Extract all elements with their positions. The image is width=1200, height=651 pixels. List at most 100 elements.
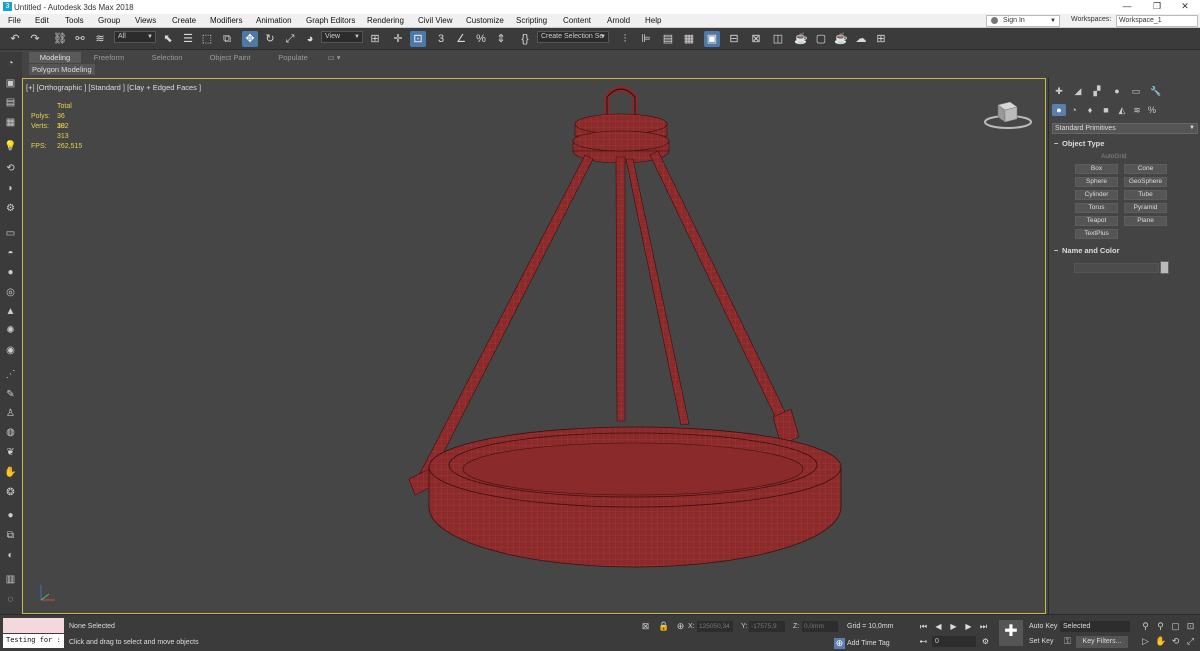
select-and-move-icon[interactable]: ✥ (242, 31, 258, 47)
light-bulb-icon[interactable]: 💡 (3, 140, 18, 153)
menu-rendering[interactable]: Rendering (367, 16, 404, 25)
edit-named-selection-icon[interactable]: {} (517, 31, 533, 47)
next-frame-icon[interactable]: ▶ (963, 621, 974, 632)
selection-filter-dropdown[interactable]: All ▼ (114, 31, 156, 43)
ribbon-options-icon[interactable]: ▭ ▾ (323, 52, 345, 63)
object-type-rollout[interactable]: − Object Type (1052, 138, 1196, 150)
create-selection-icon[interactable]: ◔ (3, 57, 18, 70)
hand-icon[interactable]: ✋ (3, 466, 18, 479)
cone-icon[interactable]: ▲ (3, 305, 18, 318)
table-icon[interactable]: ▦ (3, 116, 18, 129)
spacewarp-icon[interactable]: ⟲ (3, 162, 18, 175)
pyramid-button[interactable]: Pyramid (1124, 203, 1167, 213)
render-icon[interactable]: ◐ (3, 549, 18, 562)
y-coordinate-field[interactable]: -17575,9 (749, 621, 785, 632)
systems-icon[interactable]: ⚙ (3, 202, 18, 215)
mirror-icon[interactable]: ⫶ (617, 31, 633, 47)
menu-scripting[interactable]: Scripting (516, 16, 547, 25)
manipulate-icon[interactable]: ✛ (390, 31, 406, 47)
geosphere-button[interactable]: GeoSphere (1124, 177, 1167, 187)
absolute-mode-icon[interactable]: ⊕ (675, 621, 686, 632)
a360-gallery-icon[interactable]: ⊞ (873, 31, 889, 47)
align-icon[interactable]: ⊫ (638, 31, 654, 47)
field-of-view-icon[interactable]: ▷ (1140, 636, 1151, 647)
time-tag-icon[interactable]: ⊕ (834, 638, 845, 649)
sign-in-dropdown[interactable]: Sign In ▼ (986, 15, 1060, 27)
menu-views[interactable]: Views (135, 16, 156, 25)
create-panel-icon[interactable]: ✚ (1052, 85, 1066, 97)
modify-panel-icon[interactable]: ◢ (1071, 85, 1085, 97)
select-object-icon[interactable]: ⬉ (160, 31, 176, 47)
minimize-button[interactable]: — (1112, 0, 1142, 14)
curve-editor-icon[interactable]: ⊟ (726, 31, 742, 47)
material-sphere-icon[interactable]: ● (3, 509, 18, 522)
menu-create[interactable]: Create (172, 16, 196, 25)
redo-icon[interactable]: ↷ (27, 31, 43, 47)
tab-populate[interactable]: Populate (270, 52, 316, 63)
select-and-scale-icon[interactable]: ⤢ (282, 31, 298, 47)
lights-category-icon[interactable]: ♦ (1083, 104, 1097, 116)
selection-region-icon[interactable]: ⬚ (199, 31, 215, 47)
go-to-end-icon[interactable]: ⏭ (978, 621, 989, 632)
menu-tools[interactable]: Tools (65, 16, 84, 25)
snaps-toggle-icon[interactable]: 3 (433, 31, 449, 47)
menu-civil-view[interactable]: Civil View (418, 16, 453, 25)
helper-icon[interactable]: ◗ (3, 182, 18, 195)
key-filters-button[interactable]: Key Filters... (1076, 636, 1128, 648)
sphere-button[interactable]: Sphere (1075, 177, 1118, 187)
list-icon[interactable]: ▥ (3, 573, 18, 586)
menu-animation[interactable]: Animation (256, 16, 292, 25)
time-configuration-icon[interactable]: ⚙ (980, 636, 991, 647)
tube-button[interactable]: Tube (1124, 190, 1167, 200)
helpers-category-icon[interactable]: ◭ (1115, 104, 1129, 116)
maximize-button[interactable]: ❐ (1142, 0, 1172, 14)
leaf-icon[interactable]: ❦ (3, 446, 18, 459)
auto-key-button[interactable]: Auto Key (1029, 621, 1057, 632)
layer-explorer-icon[interactable]: ▦ (681, 31, 697, 47)
named-selection-dropdown[interactable]: Create Selection Se ▼ (537, 31, 609, 43)
shapes-category-icon[interactable]: ◔ (1067, 104, 1081, 116)
render-production-icon[interactable]: ☕ (833, 31, 849, 47)
rendered-frame-window-icon[interactable]: ▢ (813, 31, 829, 47)
keyboard-shortcut-override-icon[interactable]: ⊡ (410, 31, 426, 47)
menu-help[interactable]: Help (645, 16, 661, 25)
ribbon-toggle-icon[interactable]: ▣ (704, 31, 720, 47)
viewport-label[interactable]: [+] [Orthographic ] [Standard ] [Clay + … (26, 83, 201, 92)
current-frame-field[interactable]: 0 (932, 636, 976, 647)
maxscript-listener-output[interactable] (3, 618, 64, 633)
polygon-modeling-panel[interactable]: Polygon Modeling (29, 64, 95, 75)
set-key-plus-icon[interactable]: ✚ (999, 620, 1023, 646)
geometry-type-dropdown[interactable]: Standard Primitives ▼ (1052, 123, 1198, 134)
menu-graph-editors[interactable]: Graph Editors (306, 16, 355, 25)
select-and-place-icon[interactable]: ◕ (302, 31, 318, 47)
sphere-icon[interactable]: ● (3, 266, 18, 279)
cylinder-button[interactable]: Cylinder (1075, 190, 1118, 200)
pivot-center-icon[interactable]: ⊞ (367, 31, 383, 47)
texture-icon[interactable]: ❂ (3, 486, 18, 499)
cameras-category-icon[interactable]: ■ (1099, 104, 1113, 116)
z-coordinate-field[interactable]: 0,0mm (802, 621, 838, 632)
menu-modifiers[interactable]: Modifiers (210, 16, 242, 25)
go-to-start-icon[interactable]: ⏮ (918, 621, 929, 632)
previous-frame-icon[interactable]: ◀ (933, 621, 944, 632)
workspace-dropdown[interactable]: Workspace_1 (1116, 15, 1198, 27)
orbit-icon[interactable]: ⟲ (1170, 636, 1181, 647)
menu-edit[interactable]: Edit (35, 16, 49, 25)
brush-icon[interactable]: ✎ (3, 388, 18, 401)
menu-group[interactable]: Group (98, 16, 120, 25)
pendant-lamp-model[interactable] (363, 79, 843, 599)
maxscript-mini-listener[interactable]: Testing for : (3, 634, 64, 648)
layer-icon[interactable]: ▤ (3, 96, 18, 109)
spinner-snap-icon[interactable]: ⇕ (493, 31, 509, 47)
options-icon[interactable]: ◌ (3, 593, 18, 606)
spacewarps-category-icon[interactable]: ≋ (1130, 104, 1144, 116)
scene-explorer-icon[interactable]: ▣ (3, 77, 18, 90)
cone-button[interactable]: Cone (1124, 164, 1167, 174)
object-color-swatch[interactable] (1160, 261, 1169, 274)
sun-icon[interactable]: ✺ (3, 324, 18, 337)
textplus-button[interactable]: TextPlus (1075, 229, 1118, 239)
object-name-field[interactable] (1074, 263, 1159, 273)
undo-icon[interactable]: ↶ (7, 31, 23, 47)
set-key-button[interactable]: Set Key (1029, 636, 1054, 647)
key-filter-selection-dropdown[interactable]: Selected (1060, 621, 1130, 632)
